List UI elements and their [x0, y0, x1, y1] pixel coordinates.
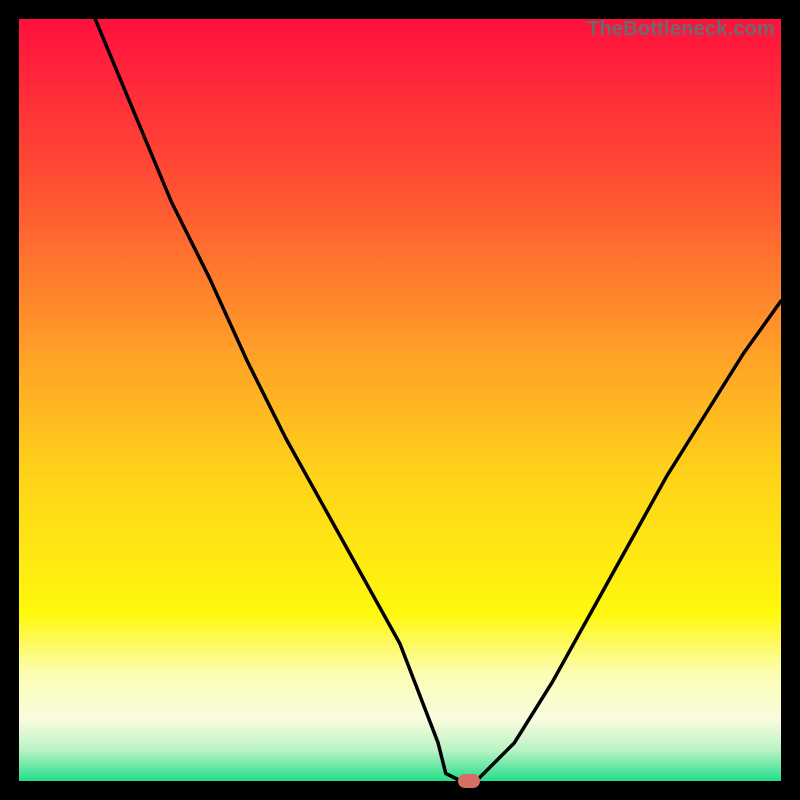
watermark-text: TheBottleneck.com — [587, 18, 775, 41]
curve-layer — [19, 19, 781, 781]
chart-frame: TheBottleneck.com — [0, 0, 800, 800]
bottleneck-curve — [95, 19, 781, 781]
plot-area: TheBottleneck.com — [19, 19, 781, 781]
optimum-marker — [458, 774, 480, 788]
